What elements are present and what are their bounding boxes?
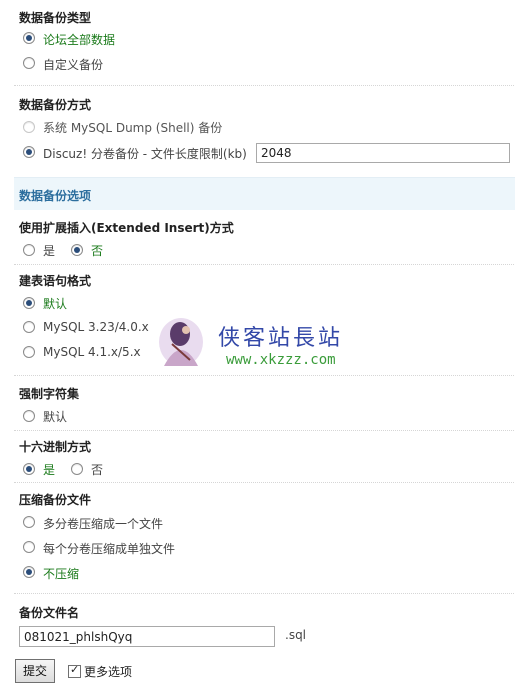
checkmark-icon: ✓ [70, 663, 80, 676]
hex-radio-yes[interactable] [23, 463, 35, 475]
extended-insert-option-no[interactable]: 否 [91, 242, 103, 259]
force-charset-option-default[interactable]: 默认 [43, 408, 67, 425]
hex-heading: 十六进制方式 [19, 440, 92, 454]
force-charset-radio-default[interactable] [23, 410, 35, 422]
compress-option-none[interactable]: 不压缩 [43, 565, 79, 582]
size-limit-input[interactable] [256, 143, 510, 163]
extended-insert-radio-yes[interactable] [23, 244, 35, 256]
backup-type-heading: 数据备份类型 [19, 11, 92, 25]
force-charset-heading: 强制字符集 [19, 387, 80, 401]
divider [14, 85, 514, 86]
hex-option-no[interactable]: 否 [91, 461, 103, 478]
options-section-band: 数据备份选项 [14, 177, 515, 210]
submit-button[interactable]: 提交 [15, 659, 55, 683]
divider [14, 375, 514, 376]
compress-option-each[interactable]: 每个分卷压缩成单独文件 [43, 540, 175, 557]
backup-method-option-dump[interactable]: 系统 MySQL Dump (Shell) 备份 [43, 119, 222, 136]
create-table-heading: 建表语句格式 [19, 274, 92, 288]
backup-method-heading: 数据备份方式 [19, 98, 92, 112]
filename-input[interactable] [19, 626, 275, 647]
extended-insert-heading: 使用扩展插入(Extended Insert)方式 [19, 221, 234, 235]
backup-type-option-custom[interactable]: 自定义备份 [43, 56, 103, 73]
compress-radio-none[interactable] [23, 566, 35, 578]
compress-radio-single[interactable] [23, 516, 35, 528]
extended-insert-option-yes[interactable]: 是 [43, 242, 55, 259]
backup-type-radio-custom[interactable] [23, 57, 35, 69]
divider [14, 482, 514, 483]
create-table-option-mysql41[interactable]: MySQL 4.1.x/5.x [43, 345, 141, 359]
options-section-title: 数据备份选项 [19, 189, 92, 203]
backup-type-option-all[interactable]: 论坛全部数据 [43, 31, 115, 48]
filename-extension: .sql [285, 628, 307, 642]
backup-method-radio-volume[interactable] [23, 146, 35, 158]
watermark-url: www.xkzzz.com [226, 352, 336, 368]
create-table-option-default[interactable]: 默认 [43, 295, 67, 312]
watermark-logo: 侠客站長站 www.xkzzz.com [150, 314, 365, 374]
backup-type-radio-all[interactable] [23, 32, 35, 44]
divider [14, 430, 514, 431]
create-table-option-mysql323[interactable]: MySQL 3.23/4.0.x [43, 320, 149, 334]
hex-option-yes[interactable]: 是 [43, 461, 55, 478]
filename-heading: 备份文件名 [19, 606, 80, 620]
compress-option-single[interactable]: 多分卷压缩成一个文件 [43, 515, 163, 532]
extended-insert-radio-no[interactable] [71, 244, 83, 256]
create-table-radio-mysql323[interactable] [23, 321, 35, 333]
hex-radio-no[interactable] [71, 463, 83, 475]
backup-method-option-volume[interactable]: Discuz! 分卷备份 - 文件长度限制(kb) [43, 145, 247, 162]
more-options-checkbox[interactable]: ✓ [68, 663, 81, 678]
compress-heading: 压缩备份文件 [19, 493, 92, 507]
watermark-figure [150, 314, 212, 374]
compress-radio-each[interactable] [23, 541, 35, 553]
backup-method-radio-dump[interactable] [23, 121, 35, 133]
divider [14, 593, 514, 594]
divider [14, 264, 514, 265]
create-table-radio-mysql41[interactable] [23, 346, 35, 358]
watermark-text: 侠客站長站 [218, 326, 344, 351]
create-table-radio-default[interactable] [23, 297, 35, 309]
more-options-label[interactable]: 更多选项 [84, 663, 132, 680]
